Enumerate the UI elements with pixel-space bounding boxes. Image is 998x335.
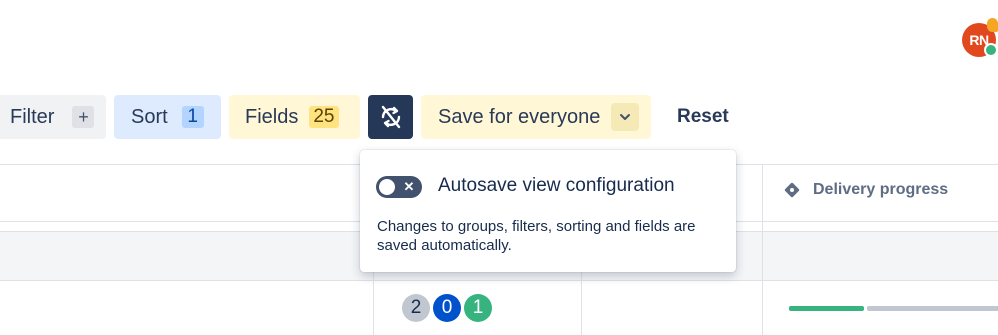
status-badge: 1 [464, 294, 492, 322]
presence-indicator [984, 43, 998, 57]
fields-label: Fields [245, 105, 299, 128]
toggle-knob [379, 179, 395, 195]
delivery-progress-bar [789, 306, 998, 311]
fields-count-badge: 25 [309, 106, 339, 128]
save-for-everyone-button[interactable]: Save for everyone [421, 95, 651, 139]
progress-done-segment [789, 306, 864, 311]
reset-label: Reset [677, 106, 729, 127]
autosave-toggle[interactable]: ✕ [376, 176, 422, 198]
status-badge: 2 [402, 294, 430, 322]
column-divider [762, 164, 763, 335]
column-header-delivery-progress[interactable]: Delivery progress [783, 181, 948, 199]
popover-title: Autosave view configuration [438, 175, 675, 196]
sync-off-icon [381, 105, 400, 129]
sort-label: Sort [131, 105, 168, 128]
autosave-toggle-button[interactable] [368, 95, 413, 139]
sort-count-badge: 1 [181, 106, 204, 128]
status-badge: 0 [433, 294, 461, 322]
sort-button[interactable]: Sort 1 [114, 95, 221, 139]
column-divider [581, 270, 582, 335]
table-row-border [0, 280, 998, 281]
filter-button[interactable]: Filter + [0, 95, 106, 139]
column-divider [373, 270, 374, 335]
reset-button[interactable]: Reset [662, 95, 744, 139]
add-filter-icon: + [72, 106, 95, 128]
save-label: Save for everyone [438, 105, 601, 128]
chevron-down-icon[interactable] [611, 103, 639, 131]
status-badges: 2 0 1 [402, 294, 492, 322]
column-header-label: Delivery progress [813, 181, 949, 198]
close-icon: ✕ [403, 179, 415, 194]
autosave-popover: ✕ Autosave view configuration Changes to… [360, 150, 736, 272]
progress-remaining-segment [867, 306, 998, 311]
popover-description: Changes to groups, filters, sorting and … [377, 218, 696, 254]
filter-label: Filter [10, 105, 55, 128]
diamond-icon [784, 182, 800, 198]
fields-button[interactable]: Fields 25 [229, 95, 360, 139]
avatar-decoration [987, 18, 998, 32]
